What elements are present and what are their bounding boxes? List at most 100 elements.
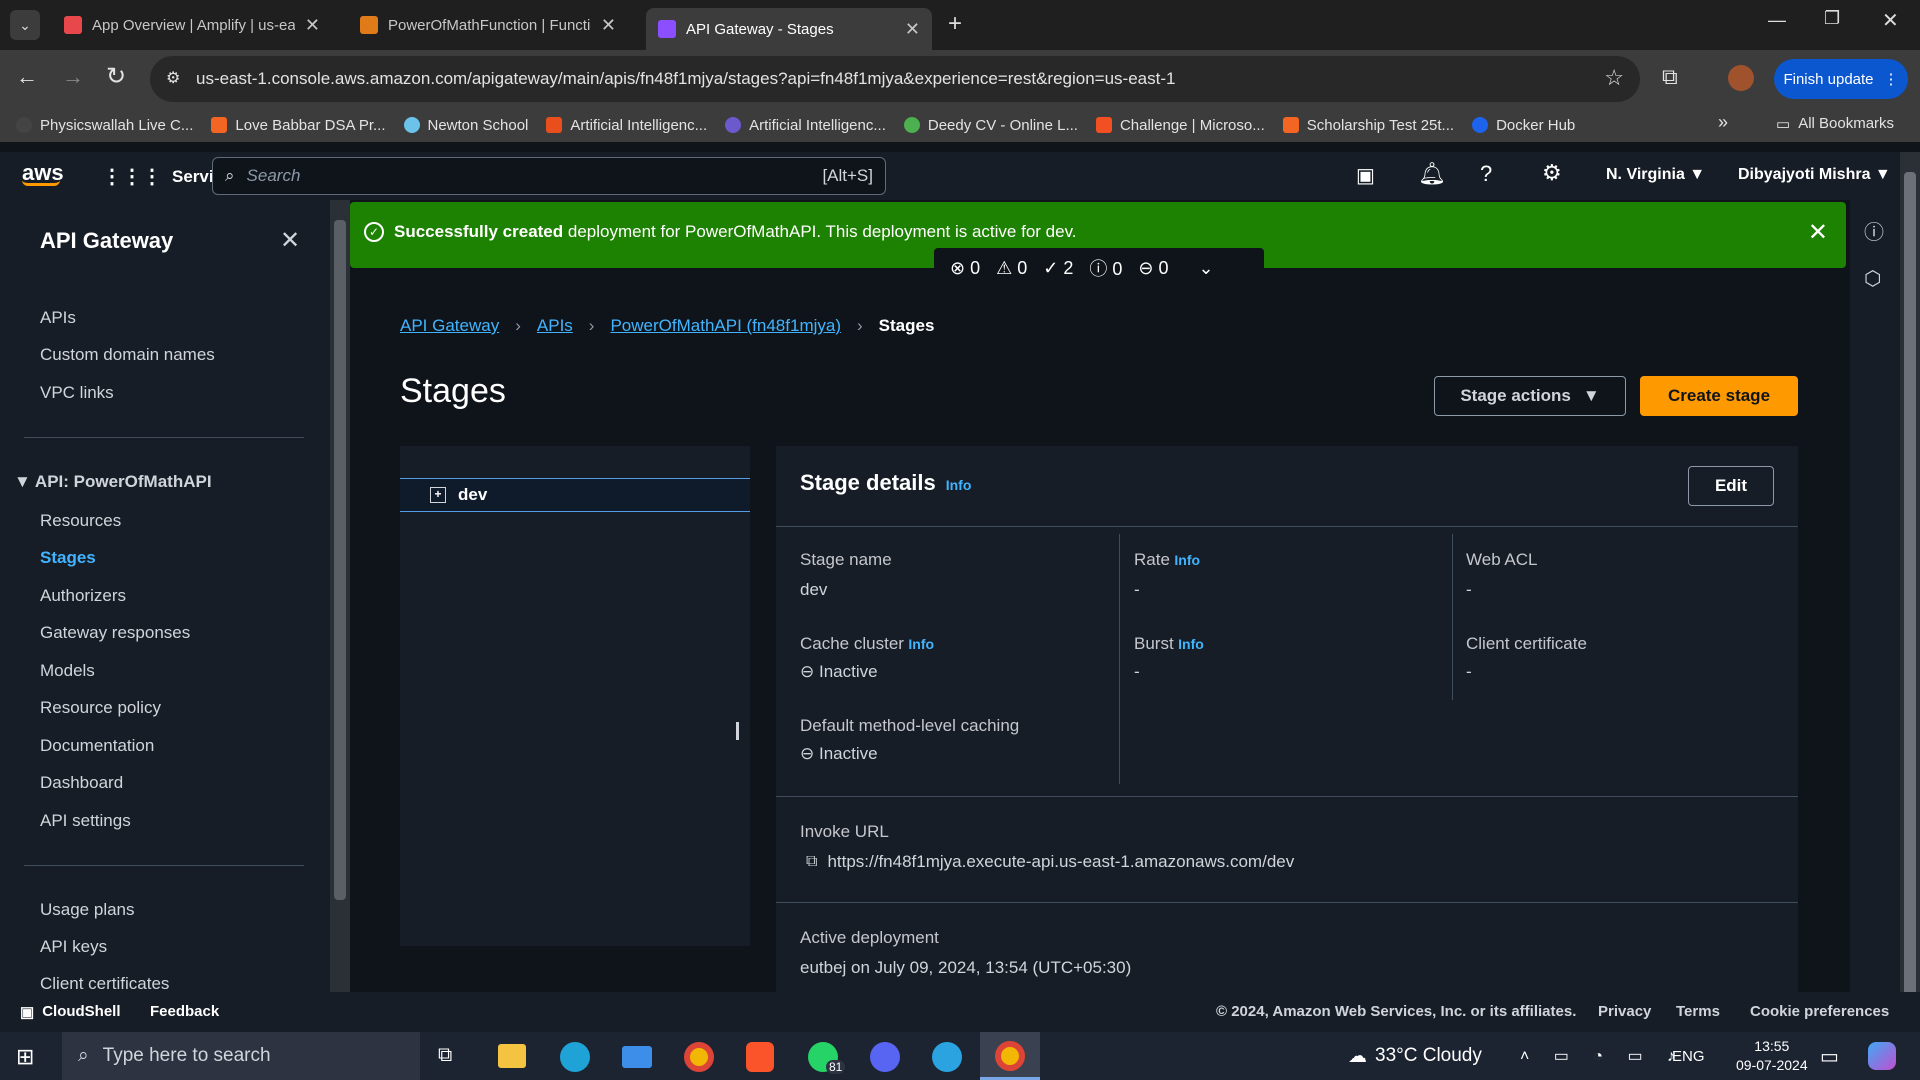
clock[interactable]: 13:55 09-07-2024: [1736, 1037, 1808, 1075]
settings-icon[interactable]: ⚙: [1542, 160, 1562, 186]
edit-button[interactable]: Edit: [1688, 466, 1774, 506]
bookmark[interactable]: Physicswallah Live C...: [16, 117, 193, 134]
cloudshell-icon[interactable]: ▣: [1356, 163, 1375, 188]
scrollbar-thumb[interactable]: [334, 220, 346, 900]
sidebar-item-stages[interactable]: Stages: [40, 548, 96, 568]
restore-button[interactable]: ❐: [1824, 8, 1840, 29]
windows-start-icon[interactable]: ⊞: [16, 1044, 34, 1070]
star-icon[interactable]: ☆: [1604, 65, 1624, 91]
sidebar-item-custom-domain-names[interactable]: Custom domain names: [40, 345, 215, 365]
aws-logo[interactable]: aws: [22, 160, 64, 186]
task-view-icon[interactable]: ⧉: [438, 1044, 452, 1067]
help-icon[interactable]: ?: [1480, 161, 1492, 187]
bookmark[interactable]: Docker Hub: [1472, 117, 1575, 134]
chevron-down-icon[interactable]: ⌄: [1199, 258, 1214, 279]
info-link[interactable]: Info: [946, 477, 972, 493]
system-tray-icons[interactable]: ˄ ▭ ◔ ▭ ♪: [1520, 1046, 1685, 1066]
aws-search-input[interactable]: ⌕ Search [Alt+S]: [212, 157, 886, 195]
info-panel-icon[interactable]: ⓘ: [1864, 216, 1884, 245]
info-link[interactable]: Info: [1174, 552, 1200, 568]
sidebar-item-models[interactable]: Models: [40, 661, 95, 681]
expand-icon[interactable]: +: [430, 487, 446, 503]
active-chrome-icon[interactable]: [980, 1032, 1040, 1080]
sidebar-item-usage-plans[interactable]: Usage plans: [40, 900, 135, 920]
bookmark[interactable]: Challenge | Microso...: [1095, 117, 1265, 134]
copy-icon[interactable]: ⧉: [806, 853, 817, 871]
create-stage-button[interactable]: Create stage: [1640, 376, 1798, 416]
resize-handle[interactable]: [736, 722, 739, 740]
sidebar-item-vpc-links[interactable]: VPC links: [40, 383, 114, 403]
breadcrumb-apis[interactable]: APIs: [537, 316, 573, 336]
api-section-toggle[interactable]: ▼ API: PowerOfMathAPI: [14, 472, 212, 492]
stage-actions-button[interactable]: Stage actions ▼: [1434, 376, 1626, 416]
tab-amplify[interactable]: App Overview | Amplify | us-eas ✕: [52, 8, 332, 42]
stage-tree-item[interactable]: + dev: [400, 478, 750, 512]
dismiss-flash-icon[interactable]: ✕: [1808, 218, 1828, 247]
new-tab-button[interactable]: +: [948, 10, 962, 38]
bookmark[interactable]: Deedy CV - Online L...: [903, 117, 1078, 134]
close-window-button[interactable]: ✕: [1882, 8, 1899, 33]
tools-panel-icon[interactable]: ⬡: [1864, 266, 1881, 291]
info-link[interactable]: Info: [1178, 636, 1204, 652]
region-selector[interactable]: N. Virginia ▼: [1606, 166, 1705, 184]
sidebar-scrollbar[interactable]: [330, 200, 350, 992]
sidebar-item-authorizers[interactable]: Authorizers: [40, 586, 126, 606]
back-icon[interactable]: ←: [16, 64, 38, 90]
sidebar-item-documentation[interactable]: Documentation: [40, 736, 154, 756]
site-info-icon[interactable]: ⚙: [166, 68, 180, 88]
bookmark[interactable]: Newton School: [403, 117, 528, 134]
terms-link[interactable]: Terms: [1676, 1003, 1720, 1020]
whatsapp-icon[interactable]: 81: [808, 1042, 846, 1074]
profile-avatar[interactable]: [1728, 65, 1754, 91]
more-bookmarks-icon[interactable]: »: [1718, 112, 1728, 133]
close-sidebar-icon[interactable]: ✕: [280, 226, 300, 255]
chrome-icon[interactable]: [684, 1042, 714, 1072]
sidebar-item-api-keys[interactable]: API keys: [40, 937, 107, 957]
scrollbar-thumb[interactable]: [1904, 172, 1916, 1002]
address-bar[interactable]: ⚙ us-east-1.console.aws.amazon.com/apiga…: [150, 56, 1640, 102]
breadcrumb-api[interactable]: PowerOfMathAPI (fn48f1mjya): [610, 316, 841, 336]
file-explorer-icon[interactable]: [498, 1044, 526, 1068]
notification-counts-bar[interactable]: ⊗ 0 ⚠ 0 ✓ 2 ⓘ 0 ⊖ 0 ⌄: [934, 248, 1264, 288]
weather-widget[interactable]: ☁ 33°C Cloudy: [1348, 1045, 1482, 1068]
language-indicator[interactable]: ENG: [1672, 1048, 1705, 1065]
edge-icon[interactable]: [560, 1042, 590, 1072]
taskbar-search-input[interactable]: ⌕ Type here to search: [62, 1032, 420, 1080]
forward-icon[interactable]: →: [62, 64, 84, 90]
brave-icon[interactable]: [746, 1042, 774, 1072]
finish-update-button[interactable]: Finish update ⋮: [1774, 59, 1908, 99]
all-bookmarks-button[interactable]: ▭ All Bookmarks: [1776, 115, 1894, 133]
telegram-icon[interactable]: [932, 1042, 962, 1072]
sidebar-item-api-settings[interactable]: API settings: [40, 811, 131, 831]
sidebar-item-apis[interactable]: APIs: [40, 308, 76, 328]
bookmark[interactable]: Scholarship Test 25t...: [1282, 117, 1454, 134]
bookmark[interactable]: Artificial Intelligenc...: [725, 117, 886, 134]
bookmark[interactable]: Artificial Intelligenc...: [546, 117, 707, 134]
page-scrollbar[interactable]: [1900, 152, 1920, 1032]
sidebar-item-resources[interactable]: Resources: [40, 511, 121, 531]
cookie-preferences-link[interactable]: Cookie preferences: [1750, 1003, 1889, 1020]
notifications-center-icon[interactable]: ▭: [1820, 1044, 1839, 1069]
copilot-icon[interactable]: [1868, 1042, 1896, 1070]
tab-api-gateway[interactable]: API Gateway - Stages ✕: [646, 8, 932, 50]
feedback-link[interactable]: Feedback: [150, 1003, 219, 1020]
close-tab-icon[interactable]: ✕: [305, 15, 320, 36]
breadcrumb-api-gateway[interactable]: API Gateway: [400, 316, 499, 336]
sidebar-item-dashboard[interactable]: Dashboard: [40, 773, 123, 793]
sidebar-item-client-certificates[interactable]: Client certificates: [40, 974, 169, 994]
sidebar-item-resource-policy[interactable]: Resource policy: [40, 698, 161, 718]
discord-icon[interactable]: [870, 1042, 900, 1072]
close-tab-icon[interactable]: ✕: [601, 15, 616, 36]
close-tab-icon[interactable]: ✕: [905, 19, 920, 40]
privacy-link[interactable]: Privacy: [1598, 1003, 1651, 1020]
tab-lambda[interactable]: PowerOfMathFunction | Functio ✕: [348, 8, 628, 42]
notifications-icon[interactable]: 🔔︎: [1418, 161, 1446, 187]
sidebar-item-gateway-responses[interactable]: Gateway responses: [40, 623, 190, 643]
extensions-icon[interactable]: ⧉: [1662, 64, 1678, 90]
info-link[interactable]: Info: [908, 636, 934, 652]
mail-icon[interactable]: [622, 1046, 652, 1068]
minimize-button[interactable]: —: [1768, 10, 1786, 31]
tab-search-button[interactable]: ⌄: [10, 10, 40, 40]
reload-icon[interactable]: ↻: [106, 62, 126, 91]
bookmark[interactable]: Love Babbar DSA Pr...: [211, 117, 386, 134]
